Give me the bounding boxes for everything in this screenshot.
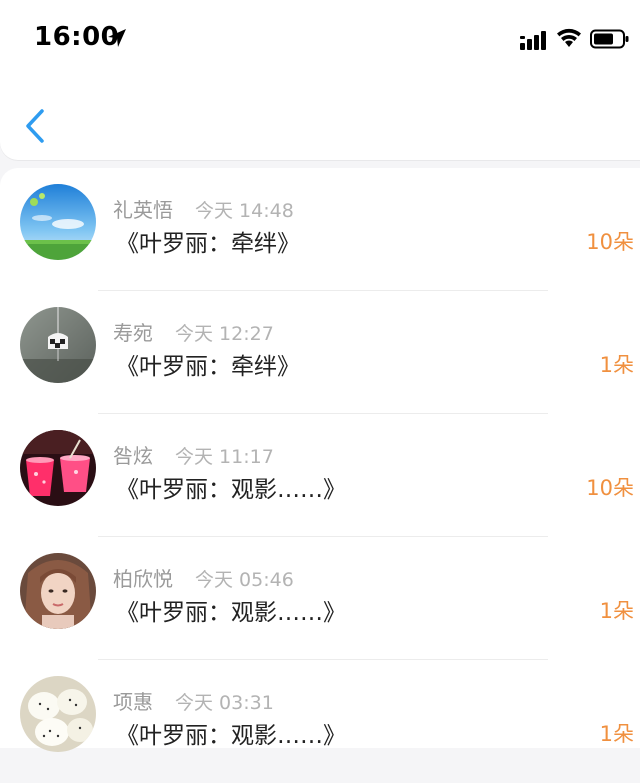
record-list: 礼英悟 今天 14:48 《叶罗丽：牵绊》 10朵 寿宛 今天 12:27 《叶… [0, 168, 640, 752]
status-bar: 16:00 [0, 0, 640, 80]
list-item[interactable]: 礼英悟 今天 14:48 《叶罗丽：牵绊》 10朵 [0, 168, 640, 291]
list-item[interactable]: 寿宛 今天 12:27 《叶罗丽：牵绊》 1朵 [0, 291, 640, 414]
work-title: 《叶罗丽：观影……》 [116, 477, 346, 503]
flower-count: 1朵 [599, 599, 634, 623]
wifi-icon [557, 28, 581, 47]
sender-info: 咎炫 今天 11:17 [113, 440, 274, 469]
avatar[interactable] [20, 553, 96, 629]
avatar[interactable] [20, 430, 96, 506]
sender-name: 寿宛 [113, 321, 153, 345]
header: 16:00 [0, 0, 640, 160]
sent-time: 今天 11:17 [175, 446, 274, 468]
work-title: 《叶罗丽：观影……》 [116, 723, 346, 749]
flower-count: 1朵 [599, 722, 634, 746]
back-button[interactable] [18, 106, 54, 146]
battery-icon [590, 29, 629, 49]
sent-time: 今天 12:27 [175, 323, 274, 345]
avatar[interactable] [20, 676, 96, 752]
flower-count: 10朵 [586, 476, 634, 500]
sender-info: 礼英悟 今天 14:48 [113, 194, 294, 223]
sender-name: 项惠 [113, 690, 153, 714]
work-title: 《叶罗丽：牵绊》 [116, 354, 300, 380]
list-item[interactable]: 项惠 今天 03:31 《叶罗丽：观影……》 1朵 [0, 660, 640, 783]
sender-info: 项惠 今天 03:31 [113, 686, 274, 715]
work-title: 《叶罗丽：牵绊》 [116, 231, 300, 257]
list-item[interactable]: 柏欣悦 今天 05:46 《叶罗丽：观影……》 1朵 [0, 537, 640, 660]
avatar[interactable] [20, 307, 96, 383]
signal-icon [520, 31, 546, 50]
sender-name: 礼英悟 [113, 198, 173, 222]
flower-count: 1朵 [599, 353, 634, 377]
sent-time: 今天 14:48 [195, 200, 294, 222]
avatar[interactable] [20, 184, 96, 260]
location-arrow-icon [108, 29, 126, 47]
sender-info: 寿宛 今天 12:27 [113, 317, 274, 346]
work-title: 《叶罗丽：观影……》 [116, 600, 346, 626]
sender-name: 柏欣悦 [113, 567, 173, 591]
flower-count: 10朵 [586, 230, 634, 254]
list-item[interactable]: 咎炫 今天 11:17 《叶罗丽：观影……》 10朵 [0, 414, 640, 537]
sender-name: 咎炫 [113, 444, 153, 468]
sent-time: 今天 03:31 [175, 692, 274, 714]
sender-info: 柏欣悦 今天 05:46 [113, 563, 294, 592]
sent-time: 今天 05:46 [195, 569, 294, 591]
